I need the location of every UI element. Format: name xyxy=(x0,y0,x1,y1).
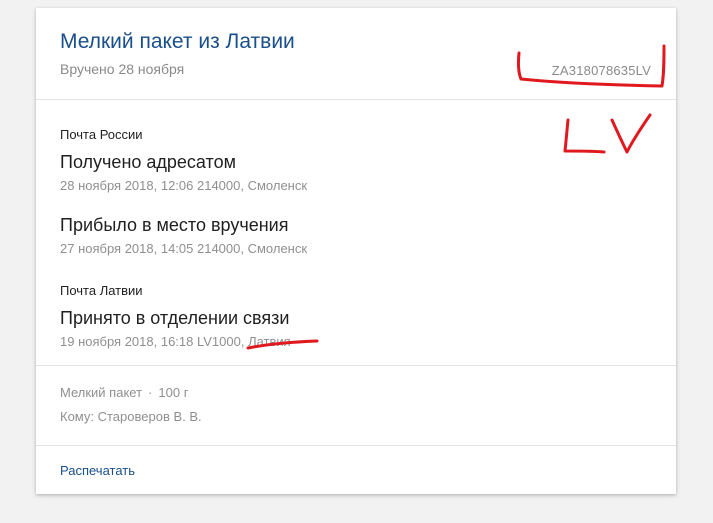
card-header: Мелкий пакет из Латвии Вручено 28 ноября… xyxy=(36,8,676,100)
event-meta: 28 ноября 2018, 12:06 214000, Смоленск xyxy=(60,178,308,193)
event-operator: Почта Латвии xyxy=(60,283,143,298)
package-weight: 100 г xyxy=(158,385,189,400)
event-status: Принято в отделении связи xyxy=(60,308,290,328)
event-operator: Почта России xyxy=(60,127,143,142)
event-meta: 19 ноября 2018, 16:18 LV1000, Латвия xyxy=(60,334,291,349)
card-footer: Распечатать xyxy=(36,446,676,494)
package-type: Мелкий пакет xyxy=(60,385,143,400)
print-link[interactable]: Распечатать xyxy=(60,463,135,478)
page: Мелкий пакет из Латвии Вручено 28 ноября… xyxy=(0,0,713,523)
event-status: Прибыло в место вручения xyxy=(60,215,289,235)
delivery-status: Вручено 28 ноября xyxy=(60,61,185,77)
shipment-title: Мелкий пакет из Латвии xyxy=(60,30,295,53)
tracking-number: ZA318078635LV xyxy=(551,63,651,78)
tracking-events: Почта России Получено адресатом 28 ноябр… xyxy=(36,100,676,366)
shipment-card: Мелкий пакет из Латвии Вручено 28 ноября… xyxy=(36,8,676,494)
shipment-info: Мелкий пакет · 100 г Кому: Староверов В. В… xyxy=(36,366,676,446)
recipient: Кому: Староверов В. В. xyxy=(60,409,202,424)
event-status: Получено адресатом xyxy=(60,152,236,172)
event-meta: 27 ноября 2018, 14:05 214000, Смоленск xyxy=(60,241,308,256)
package-details: Мелкий пакет · 100 г xyxy=(60,385,188,400)
separator: · xyxy=(148,385,153,400)
